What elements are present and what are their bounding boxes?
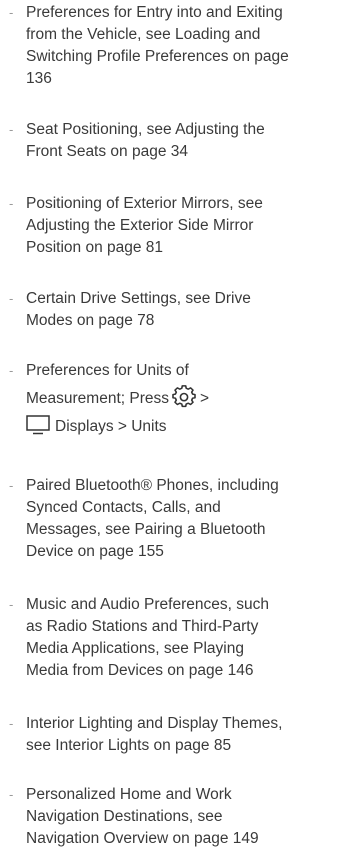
list-item-text: Positioning of Exterior Mirrors, see Adj… (26, 195, 263, 256)
bullet-dash: - (9, 5, 14, 20)
list-item-text: Certain Drive Settings, see Drive Modes … (26, 290, 251, 329)
bullet-dash: - (9, 122, 14, 137)
list-item-text: Seat Positioning, see Adjusting the Fron… (26, 121, 265, 160)
list-item-text: Interior Lighting and Display Themes, se… (26, 715, 283, 754)
list-item-text: Preferences for Entry into and Exiting f… (26, 4, 289, 87)
monitor-icon (26, 415, 50, 435)
bullet-dash: - (9, 478, 14, 493)
list-item-text: Paired Bluetooth® Phones, including Sync… (26, 477, 279, 560)
list-item-text: Preferences for Units of Measurement; Pr… (26, 362, 210, 435)
bullet-dash: - (9, 716, 14, 731)
bullet-dash: - (9, 363, 14, 378)
list-item-text: Music and Audio Preferences, such as Rad… (26, 596, 269, 679)
bullet-dash: - (9, 196, 14, 211)
gear-icon (172, 385, 196, 409)
list-item-text: Personalized Home and Work Navigation De… (26, 786, 259, 847)
bullet-dash: - (9, 291, 14, 306)
bullet-dash: - (9, 597, 14, 612)
bullet-dash: - (9, 787, 14, 802)
